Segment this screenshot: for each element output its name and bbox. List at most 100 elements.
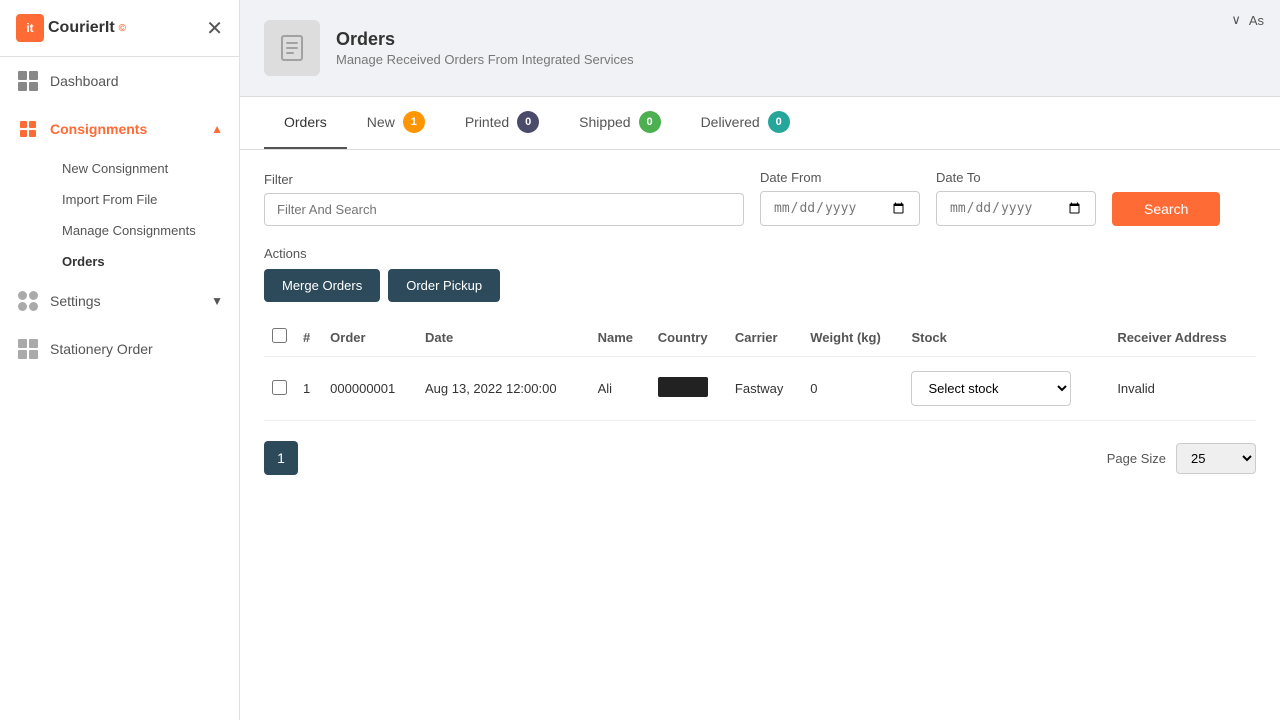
logo-text: CourierIt — [48, 19, 115, 37]
select-all-checkbox[interactable] — [272, 328, 287, 343]
country-flag — [658, 377, 708, 397]
sidebar: it CourierIt © ✕ Dashboard Consignments … — [0, 0, 240, 720]
close-sidebar-button[interactable]: ✕ — [206, 16, 223, 41]
chevron-down-icon: ▼ — [211, 294, 223, 308]
date-to-group: Date To — [936, 170, 1096, 226]
settings-label: Settings — [50, 293, 101, 309]
tab-shipped-label: Shipped — [579, 114, 630, 130]
main-content: ∨ As Orders Manage Received Orders From … — [240, 0, 1280, 720]
col-stock: Stock — [903, 318, 1109, 357]
orders-header-icon — [264, 20, 320, 76]
page-size-label: Page Size — [1107, 451, 1166, 466]
row-weight: 0 — [802, 357, 903, 421]
date-from-group: Date From — [760, 170, 920, 226]
dashboard-icon — [16, 69, 40, 93]
chevron-down-icon: ∨ — [1231, 12, 1241, 28]
row-order: 000000001 — [322, 357, 417, 421]
dashboard-label: Dashboard — [50, 73, 119, 89]
col-order: Order — [322, 318, 417, 357]
sidebar-item-consignments[interactable]: Consignments ▲ — [0, 105, 239, 153]
col-name: Name — [590, 318, 650, 357]
row-receiver-address: Invalid — [1109, 357, 1256, 421]
date-from-input[interactable] — [760, 191, 920, 226]
col-receiver: Receiver Address — [1109, 318, 1256, 357]
row-date: Aug 13, 2022 12:00:00 — [417, 357, 590, 421]
row-num: 1 — [295, 357, 322, 421]
sidebar-item-stationery[interactable]: Stationery Order — [0, 325, 239, 373]
row-carrier: Fastway — [727, 357, 802, 421]
stationery-icon — [16, 337, 40, 361]
select-all-header — [264, 318, 295, 357]
page-size-select[interactable]: 25 50 100 — [1176, 443, 1256, 474]
page-1-button[interactable]: 1 — [264, 441, 298, 475]
tab-new-label: New — [367, 114, 395, 130]
consignments-label: Consignments — [50, 121, 147, 137]
actions-label: Actions — [264, 246, 1256, 261]
col-num: # — [295, 318, 322, 357]
tab-delivered[interactable]: Delivered 0 — [681, 97, 810, 149]
table-row: 1 000000001 Aug 13, 2022 12:00:00 Ali Fa… — [264, 357, 1256, 421]
page-size-group: Page Size 25 50 100 — [1107, 443, 1256, 474]
logo: it CourierIt © — [16, 14, 126, 42]
pagination-row: 1 Page Size 25 50 100 — [240, 421, 1280, 495]
col-date: Date — [417, 318, 590, 357]
col-carrier: Carrier — [727, 318, 802, 357]
chevron-up-icon: ▲ — [211, 122, 223, 136]
settings-icon — [16, 289, 40, 313]
stock-select[interactable]: Select stock — [911, 371, 1071, 406]
row-stock: Select stock — [903, 357, 1109, 421]
sidebar-item-new-consignment[interactable]: New Consignment — [50, 153, 239, 184]
tabs-row: Orders New 1 Printed 0 Shipped 0 Deliver… — [240, 97, 1280, 150]
tab-shipped[interactable]: Shipped 0 — [559, 97, 680, 149]
filter-row: Filter Date From Date To Search — [240, 150, 1280, 246]
logo-icon: it — [16, 14, 44, 42]
stationery-label: Stationery Order — [50, 341, 153, 357]
page-header: Orders Manage Received Orders From Integ… — [240, 0, 1280, 97]
tab-delivered-badge: 0 — [768, 111, 790, 133]
tab-printed-label: Printed — [465, 114, 509, 130]
logo-superscript: © — [119, 23, 126, 34]
filter-label: Filter — [264, 172, 744, 187]
tab-orders-label: Orders — [284, 114, 327, 130]
page-subtitle: Manage Received Orders From Integrated S… — [336, 52, 634, 67]
tab-orders[interactable]: Orders — [264, 97, 347, 149]
date-from-label: Date From — [760, 170, 920, 185]
page-header-text: Orders Manage Received Orders From Integ… — [336, 29, 634, 67]
table-header-row: # Order Date Name Country Carrier Weight… — [264, 318, 1256, 357]
topbar: ∨ As — [1215, 0, 1280, 40]
tab-printed[interactable]: Printed 0 — [445, 97, 559, 149]
filter-group: Filter — [264, 172, 744, 226]
tab-printed-badge: 0 — [517, 111, 539, 133]
tab-new[interactable]: New 1 — [347, 97, 445, 149]
date-to-label: Date To — [936, 170, 1096, 185]
orders-table: # Order Date Name Country Carrier Weight… — [264, 318, 1256, 421]
page-title: Orders — [336, 29, 634, 50]
date-to-input[interactable] — [936, 191, 1096, 226]
row-name: Ali — [590, 357, 650, 421]
content-area: Orders New 1 Printed 0 Shipped 0 Deliver… — [240, 97, 1280, 720]
col-country: Country — [650, 318, 727, 357]
tab-new-badge: 1 — [403, 111, 425, 133]
search-button[interactable]: Search — [1112, 192, 1220, 226]
tab-shipped-badge: 0 — [639, 111, 661, 133]
consignments-submenu: New Consignment Import From File Manage … — [0, 153, 239, 277]
row-checkbox[interactable] — [272, 380, 287, 395]
sidebar-item-settings[interactable]: Settings ▼ — [0, 277, 239, 325]
sidebar-item-import-from-file[interactable]: Import From File — [50, 184, 239, 215]
consignments-icon — [16, 117, 40, 141]
tab-delivered-label: Delivered — [701, 114, 760, 130]
row-country — [650, 357, 727, 421]
filter-search-input[interactable] — [264, 193, 744, 226]
order-pickup-button[interactable]: Order Pickup — [388, 269, 500, 302]
col-weight: Weight (kg) — [802, 318, 903, 357]
merge-orders-button[interactable]: Merge Orders — [264, 269, 380, 302]
sidebar-item-orders[interactable]: Orders — [50, 246, 239, 277]
sidebar-header: it CourierIt © ✕ — [0, 0, 239, 57]
actions-buttons: Merge Orders Order Pickup — [264, 269, 1256, 302]
sidebar-item-dashboard[interactable]: Dashboard — [0, 57, 239, 105]
row-checkbox-cell — [264, 357, 295, 421]
orders-table-container: # Order Date Name Country Carrier Weight… — [240, 318, 1280, 421]
sidebar-item-manage-consignments[interactable]: Manage Consignments — [50, 215, 239, 246]
user-label: As — [1249, 13, 1264, 28]
actions-row: Actions Merge Orders Order Pickup — [240, 246, 1280, 318]
